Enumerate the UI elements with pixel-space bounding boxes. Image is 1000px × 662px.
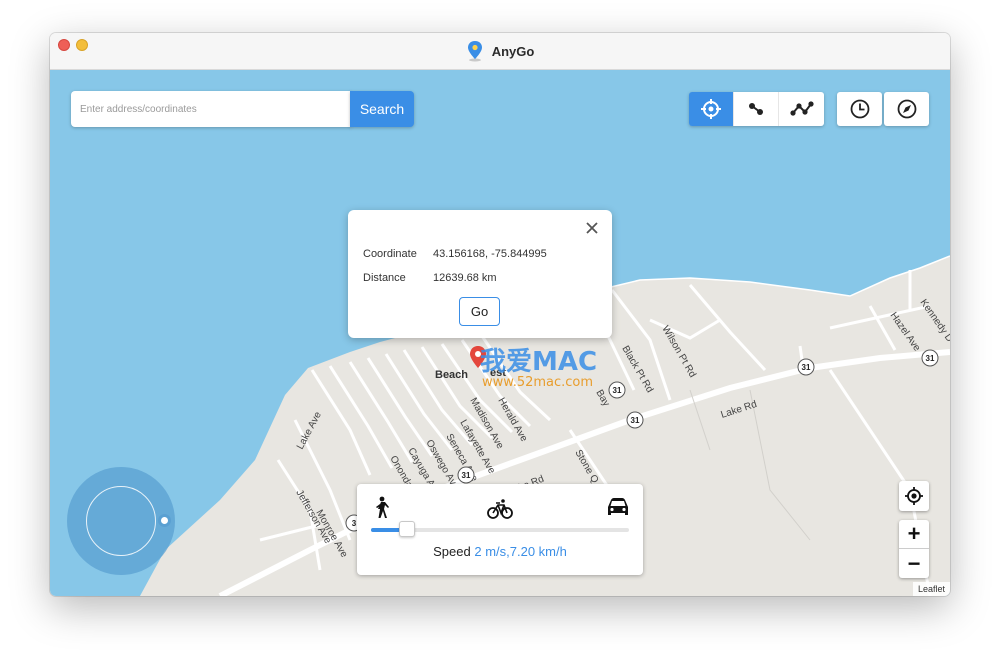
walking-person-icon[interactable] <box>371 496 391 520</box>
car-icon[interactable] <box>605 496 631 518</box>
speed-readout: Speed 2 m/s,7.20 km/h <box>357 544 643 559</box>
two-spot-route-icon <box>749 103 763 115</box>
compass-button[interactable] <box>884 92 929 126</box>
close-icon <box>586 222 598 234</box>
coordinate-value: 43.156168, -75.844995 <box>433 248 547 260</box>
close-window-button[interactable] <box>58 39 70 51</box>
search-box[interactable] <box>71 91 351 127</box>
place-label: Beach <box>435 369 468 381</box>
speed-panel: Speed 2 m/s,7.20 km/h <box>357 484 643 575</box>
locate-button[interactable] <box>899 481 929 511</box>
route-31-marker: 31 <box>613 386 622 395</box>
coordinate-label: Coordinate <box>363 248 417 260</box>
speed-mode-icons <box>371 496 631 520</box>
teleport-mode-button[interactable] <box>689 92 734 126</box>
distance-row: Distance 12639.68 km <box>363 272 497 284</box>
title-bar: AnyGo <box>50 33 950 70</box>
zoom-in-button[interactable]: + <box>899 520 929 549</box>
map-pin-icon <box>467 41 482 62</box>
route-31-marker: 31 <box>926 354 935 363</box>
go-button[interactable]: Go <box>459 297 500 326</box>
joystick-ring <box>86 486 156 556</box>
joystick[interactable] <box>67 467 175 575</box>
two-spot-mode-button[interactable] <box>734 92 779 126</box>
distance-label: Distance <box>363 272 406 284</box>
map-view[interactable]: Wilson Pt Rd Black Pt Rd Lake Rd Lake Rd… <box>50 70 950 596</box>
multi-spot-route-icon <box>789 101 814 116</box>
speed-slider-thumb[interactable] <box>399 521 416 537</box>
search-input[interactable] <box>80 103 351 115</box>
multi-spot-mode-button[interactable] <box>779 92 824 126</box>
minimize-window-button[interactable] <box>76 39 88 51</box>
route-31-marker: 31 <box>802 363 811 372</box>
locate-icon <box>905 487 923 505</box>
coordinate-row: Coordinate 43.156168, -75.844995 <box>363 248 547 260</box>
search-button[interactable]: Search <box>350 91 414 127</box>
route-31-marker: 31 <box>462 471 471 480</box>
watermark-url: www.52mac.com <box>482 375 593 390</box>
title-group: AnyGo <box>466 40 535 62</box>
bicycle-icon[interactable] <box>487 498 513 520</box>
zoom-control: + − <box>899 520 929 578</box>
zoom-out-button[interactable]: − <box>899 549 929 578</box>
clock-icon <box>850 99 869 119</box>
window-title: AnyGo <box>491 43 535 59</box>
crosshair-icon <box>701 99 721 119</box>
speed-slider[interactable] <box>371 521 629 537</box>
location-popup: Coordinate 43.156168, -75.844995 Distanc… <box>348 210 612 338</box>
popup-close-button[interactable] <box>584 220 600 236</box>
map-attribution[interactable]: Leaflet <box>912 582 950 596</box>
app-window: AnyGo Wilson Pt Rd Black Pt Rd Lake Rd H… <box>50 33 950 596</box>
route-31-marker: 31 <box>631 416 640 425</box>
compass-icon <box>897 99 916 119</box>
watermark-text: 我爱MAC <box>480 347 597 377</box>
speed-label: Speed <box>433 544 471 559</box>
history-button[interactable] <box>837 92 882 126</box>
joystick-handle[interactable] <box>158 514 171 527</box>
distance-value: 12639.68 km <box>433 272 497 284</box>
mode-toolbar <box>689 92 824 126</box>
speed-value: 2 m/s,7.20 km/h <box>474 544 567 559</box>
